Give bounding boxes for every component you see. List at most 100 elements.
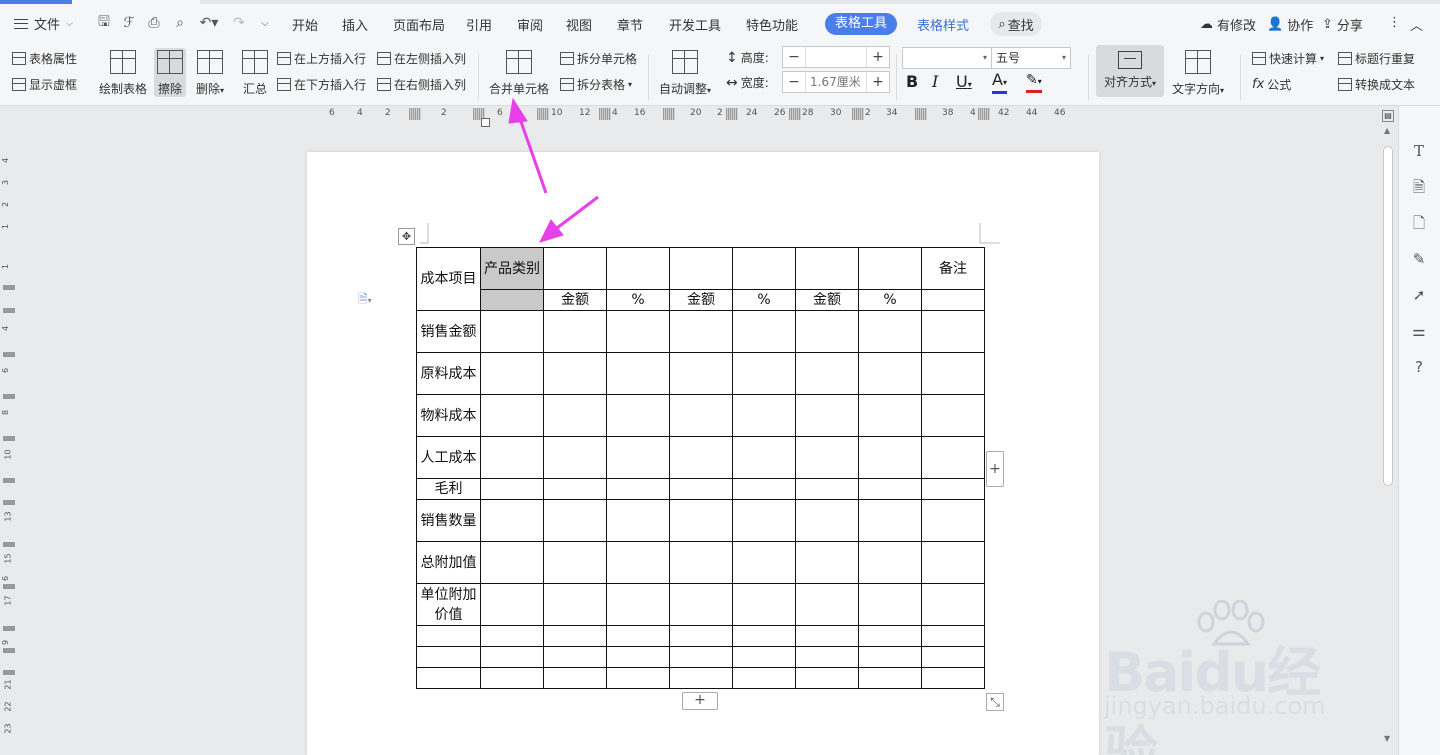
table-cell-cost-item[interactable]: 成本项目 [416,247,481,311]
table-cell[interactable] [480,667,544,689]
table-cell-percent[interactable]: % [858,289,922,311]
table-cell[interactable] [480,625,544,647]
insert-row-above-button[interactable]: 在上方插入行 [277,50,366,67]
menu-item-developer[interactable]: 开发工具 [669,15,721,34]
bold-icon[interactable]: B [906,72,918,91]
font-color-icon[interactable]: A▾ [992,72,1007,94]
add-column-button[interactable]: + [986,451,1004,487]
doc-settings-icon[interactable]: 🗋 [1410,214,1428,232]
table-cell[interactable] [795,478,859,500]
table-row-header-cell[interactable]: 销售金额 [416,310,481,353]
table-cell[interactable] [921,310,985,353]
table-cell[interactable] [669,625,733,647]
table-cell[interactable] [669,667,733,689]
table-cell[interactable] [795,394,859,437]
table-cell[interactable] [480,289,544,311]
table-cell[interactable] [858,499,922,542]
ruler-column-marker[interactable] [726,108,738,120]
table-cell[interactable] [480,436,544,479]
table-cell[interactable] [795,352,859,395]
table-cell[interactable] [606,667,670,689]
scroll-down-icon[interactable]: ▼ [1384,734,1390,743]
table-cell[interactable] [606,541,670,584]
table-cell[interactable] [732,247,796,290]
menu-item-references[interactable]: 引用 [466,15,492,34]
table-cell[interactable] [732,625,796,647]
ruler-row-marker[interactable] [3,500,15,505]
table-cell[interactable] [858,352,922,395]
print-preview-icon[interactable]: ⌕ [171,14,189,32]
cost-table[interactable]: 成本项目 产品类别 备注 金额 % 金额 % 金额 % 销售金额 原料成本 物料成本… [416,247,985,689]
table-cell-product-category[interactable]: 产品类别 [480,247,544,290]
table-cell[interactable] [543,625,607,647]
table-cell[interactable] [669,310,733,353]
table-cell[interactable] [921,667,985,689]
table-cell[interactable] [795,247,859,290]
ruler-row-marker[interactable] [3,308,15,313]
table-cell[interactable] [858,625,922,647]
table-cell[interactable] [480,646,544,668]
draw-table-button[interactable]: 绘制表格 [99,48,147,97]
summary-button[interactable]: 汇总 [242,48,268,97]
table-cell[interactable] [606,352,670,395]
table-cell[interactable] [669,541,733,584]
table-cell[interactable] [921,541,985,584]
table-cell[interactable] [606,625,670,647]
decrease-width-button[interactable]: − [783,74,805,90]
table-cell[interactable] [858,646,922,668]
ruler-row-marker[interactable] [3,436,15,441]
table-cell[interactable] [606,499,670,542]
table-cell[interactable] [543,499,607,542]
table-cell[interactable] [606,646,670,668]
table-cell[interactable] [732,352,796,395]
table-cell[interactable] [732,436,796,479]
horizontal-ruler[interactable]: 6 4 2 2 6 10 12 4 16 20 2 24 26 28 30 2 … [0,106,1380,128]
menu-item-view[interactable]: 视图 [566,15,592,34]
table-cell[interactable] [858,541,922,584]
more-icon[interactable]: ⋮ [1388,15,1401,30]
scrollbar-thumb[interactable] [1383,146,1393,486]
table-cell-amount[interactable]: 金额 [543,289,607,311]
ruler-row-marker[interactable] [3,478,15,483]
table-cell[interactable] [480,499,544,542]
italic-icon[interactable]: I [932,72,938,91]
ruler-column-marker[interactable] [663,108,675,120]
table-cell[interactable] [669,394,733,437]
table-row-header-cell[interactable]: 单位附加价值 [416,583,481,626]
table-cell[interactable] [858,247,922,290]
table-cell[interactable] [795,583,859,626]
col-width-stepper[interactable]: − 1.67厘米 + [782,71,890,93]
table-cell[interactable] [480,478,544,500]
ruler-row-marker[interactable] [3,670,15,675]
undo-icon[interactable]: ↶▾ [196,14,222,32]
table-cell[interactable] [732,310,796,353]
table-cell[interactable] [795,310,859,353]
show-gridlines-button[interactable]: 显示虚框 [12,76,77,93]
indent-marker[interactable] [481,118,490,127]
table-cell-percent[interactable]: % [606,289,670,311]
table-row-header-cell[interactable] [416,646,481,668]
table-cell[interactable] [480,394,544,437]
table-cell[interactable] [543,478,607,500]
table-cell[interactable] [543,583,607,626]
table-cell[interactable] [606,478,670,500]
menu-item-features[interactable]: 特色功能 [746,15,798,34]
table-cell[interactable] [732,541,796,584]
insert-column-right-button[interactable]: 在右侧插入列 [377,76,466,93]
table-cell[interactable] [858,394,922,437]
table-cell[interactable] [921,625,985,647]
print-icon[interactable]: ⎙ [145,14,163,32]
table-resize-icon[interactable]: ⤡ [986,693,1004,711]
font-size-select[interactable]: 五号 ▾ [991,47,1071,69]
modified-status-button[interactable]: ☁ 有修改 [1200,15,1256,34]
ruler-column-marker[interactable] [915,108,927,120]
format-painter-icon[interactable]: ℱ [120,14,138,32]
table-cell[interactable] [858,583,922,626]
table-row-header-cell[interactable]: 物料成本 [416,394,481,437]
text-style-icon[interactable]: T [1410,142,1428,160]
ruler-column-marker[interactable] [409,108,421,120]
document-icon[interactable]: 🗎 [1410,178,1428,196]
table-cell[interactable] [921,499,985,542]
highlight-icon[interactable]: ✎▾ [1026,72,1042,93]
table-cell[interactable] [795,646,859,668]
